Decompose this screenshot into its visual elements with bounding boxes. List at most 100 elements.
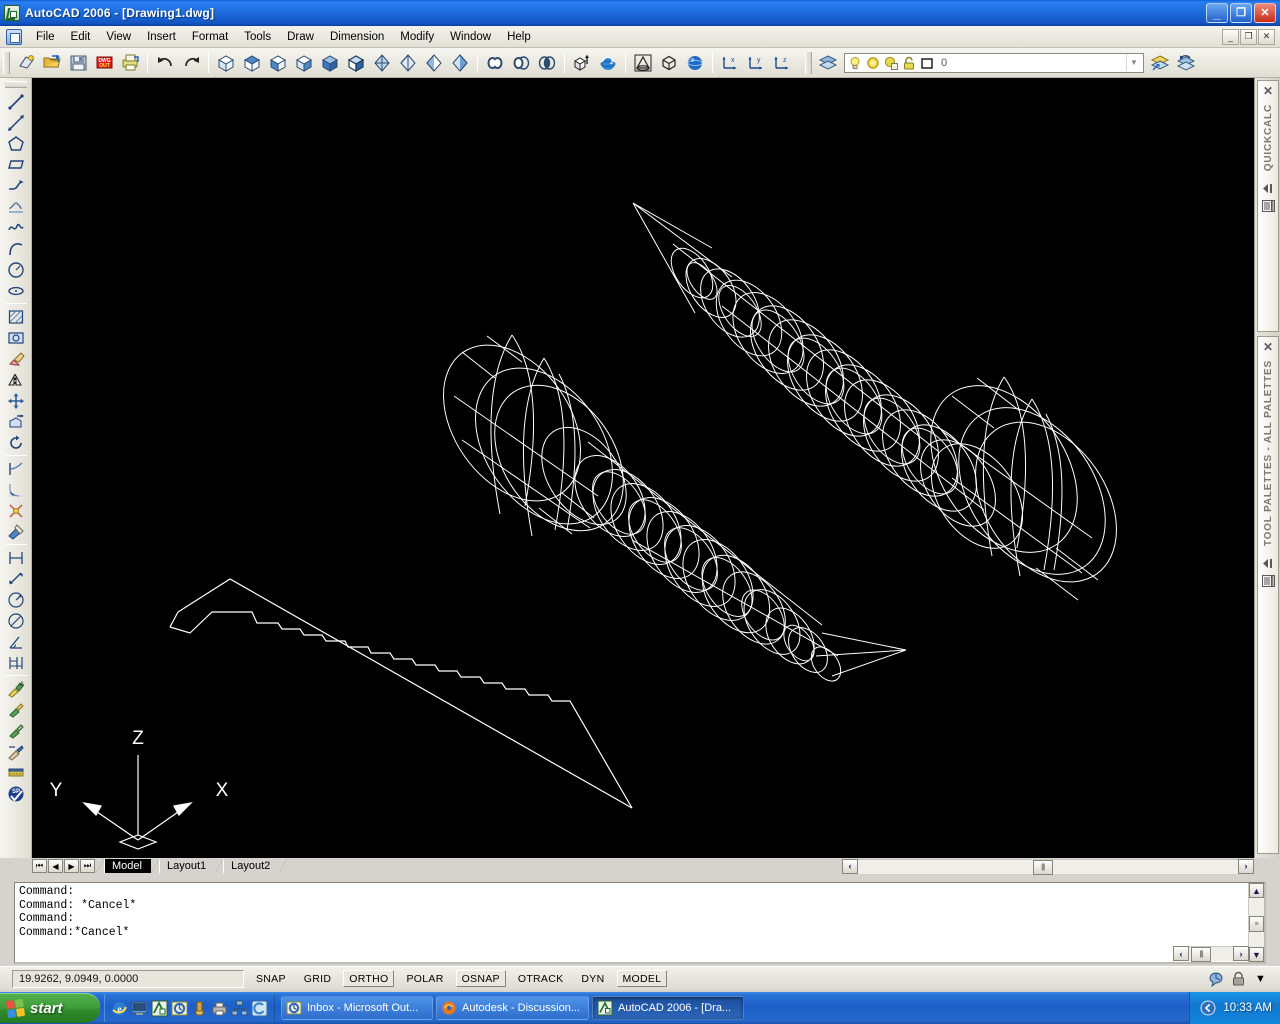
multiline-text-icon[interactable]: A (4, 678, 28, 699)
sun-freeze-icon[interactable] (865, 55, 881, 71)
scroll-right-icon[interactable]: › (1238, 858, 1254, 874)
menu-item-tools[interactable]: Tools (236, 28, 279, 46)
palette-menu-icon[interactable] (1260, 199, 1276, 213)
menu-item-dimension[interactable]: Dimension (322, 28, 392, 46)
lock-toolbars-icon[interactable] (1229, 970, 1248, 988)
menu-item-format[interactable]: Format (184, 28, 236, 46)
groove-icon[interactable] (251, 1000, 268, 1017)
baseline-dimension-icon[interactable] (4, 652, 28, 673)
status-toggle-polar[interactable]: POLAR (400, 970, 449, 987)
scrollbar-thumb[interactable] (1032, 859, 1053, 875)
revision-cloud-icon[interactable] (4, 196, 28, 217)
chevron-down-icon[interactable]: ▼ (1126, 54, 1141, 71)
task-button-autocad[interactable]: AutoCAD 2006 - [Dra... (592, 996, 744, 1020)
menu-item-window[interactable]: Window (442, 28, 499, 46)
autohide-icon[interactable] (1260, 556, 1276, 570)
stretch-icon[interactable] (4, 411, 28, 432)
outlook-icon[interactable] (171, 1000, 188, 1017)
view-sw-isometric-icon[interactable] (214, 51, 238, 75)
media-icon[interactable] (191, 1000, 208, 1017)
edit-text-icon[interactable] (4, 699, 28, 720)
shade-flat-edges-icon[interactable] (422, 51, 446, 75)
close-icon[interactable]: ✕ (1261, 340, 1275, 354)
view-shaded-icon[interactable] (318, 51, 342, 75)
menu-item-edit[interactable]: Edit (63, 28, 99, 46)
taskbar-clock[interactable]: 10:33 AM (1223, 1002, 1272, 1014)
menu-item-modify[interactable]: Modify (392, 28, 442, 46)
make-current-icon[interactable] (1148, 51, 1172, 75)
color-swatch-icon[interactable] (919, 55, 935, 71)
cone-icon[interactable] (631, 51, 655, 75)
move-icon[interactable] (4, 390, 28, 411)
tab-layout2[interactable]: Layout2 (223, 859, 280, 873)
line-icon[interactable] (4, 91, 28, 112)
command-horizontal-scrollbar[interactable]: ‹ › (1173, 946, 1249, 962)
redo-icon[interactable] (179, 51, 203, 75)
tab-model[interactable]: Model (104, 859, 151, 873)
close-button[interactable]: ✕ (1254, 3, 1276, 23)
prev-tab-icon[interactable]: ◀ (48, 859, 63, 873)
minimize-button[interactable]: _ (1206, 3, 1228, 23)
show-desktop-icon[interactable] (131, 1000, 148, 1017)
diameter-dimension-icon[interactable] (4, 610, 28, 631)
plot-dwf-icon[interactable]: DWG OUT (92, 51, 116, 75)
scroll-down-icon[interactable]: ▼ (1249, 947, 1264, 962)
next-tab-icon[interactable]: ▶ (64, 859, 79, 873)
status-toggle-osnap[interactable]: OSNAP (455, 970, 506, 987)
ellipse-icon[interactable] (4, 280, 28, 301)
model-space-viewport[interactable]: Z X Y (32, 78, 1254, 858)
mdi-minimize-button[interactable]: _ (1222, 28, 1239, 45)
network-icon[interactable] (231, 1000, 248, 1017)
edit-hatch-icon[interactable] (4, 720, 28, 741)
mdi-close-button[interactable]: ✕ (1258, 28, 1275, 45)
autocad-icon[interactable] (151, 1000, 168, 1017)
status-toggle-snap[interactable]: SNAP (250, 970, 292, 987)
revolve-icon[interactable] (596, 51, 620, 75)
sphere-icon[interactable] (683, 51, 707, 75)
hatch-icon[interactable] (4, 306, 28, 327)
menu-item-view[interactable]: View (98, 28, 139, 46)
left-toolbar-grip[interactable] (4, 81, 27, 88)
rectangle-icon[interactable] (4, 154, 28, 175)
linear-dimension-icon[interactable] (4, 547, 28, 568)
construction-line-icon[interactable] (4, 112, 28, 133)
scrollbar-track[interactable] (858, 858, 1238, 875)
explode-icon[interactable] (4, 500, 28, 521)
view-se-isometric-icon[interactable] (240, 51, 264, 75)
menu-item-file[interactable]: File (28, 28, 63, 46)
view-ne-isometric-icon[interactable] (266, 51, 290, 75)
polygon-icon[interactable] (4, 133, 28, 154)
tray-menu-icon[interactable]: ▼ (1251, 970, 1270, 988)
angular-dimension-icon[interactable] (4, 631, 28, 652)
status-toggle-model[interactable]: MODEL (616, 970, 668, 987)
ucs-x-icon[interactable]: x (718, 51, 742, 75)
lightbulb-on-icon[interactable] (847, 55, 863, 71)
spline-icon[interactable] (4, 217, 28, 238)
drawing-canvas[interactable]: Z X Y (32, 78, 1254, 858)
status-toggle-dyn[interactable]: DYN (575, 970, 610, 987)
insert-block-icon[interactable] (4, 327, 28, 348)
shade-gouraud-icon[interactable] (396, 51, 420, 75)
layer-control-combo[interactable]: 0 ▼ (844, 52, 1144, 73)
intersect-icon[interactable] (535, 51, 559, 75)
plot-icon[interactable] (118, 51, 142, 75)
ucs-y-icon[interactable]: y (744, 51, 768, 75)
circle-icon[interactable] (4, 259, 28, 280)
view-nw-isometric-icon[interactable] (292, 51, 316, 75)
aligned-dimension-icon[interactable] (4, 568, 28, 589)
subtract-icon[interactable] (509, 51, 533, 75)
polyline-icon[interactable] (4, 175, 28, 196)
mdi-restore-button[interactable]: ❐ (1240, 28, 1257, 45)
layer-previous-icon[interactable] (1174, 51, 1198, 75)
scroll-left-icon[interactable]: ‹ (1173, 946, 1189, 961)
menu-item-insert[interactable]: Insert (139, 28, 184, 46)
coordinate-display[interactable]: 19.9262, 9.0949, 0.0000 (12, 969, 244, 988)
arc-icon[interactable] (4, 238, 28, 259)
communication-center-icon[interactable] (1207, 970, 1226, 988)
undo-icon[interactable] (153, 51, 177, 75)
tray-expand-icon[interactable] (1200, 1000, 1216, 1016)
scrollbar-track[interactable]: ≡ (1249, 898, 1264, 947)
union-icon[interactable] (483, 51, 507, 75)
command-window[interactable]: Command: Command: *Cancel* Command: Comm… (14, 882, 1266, 964)
autohide-icon[interactable] (1260, 181, 1276, 195)
